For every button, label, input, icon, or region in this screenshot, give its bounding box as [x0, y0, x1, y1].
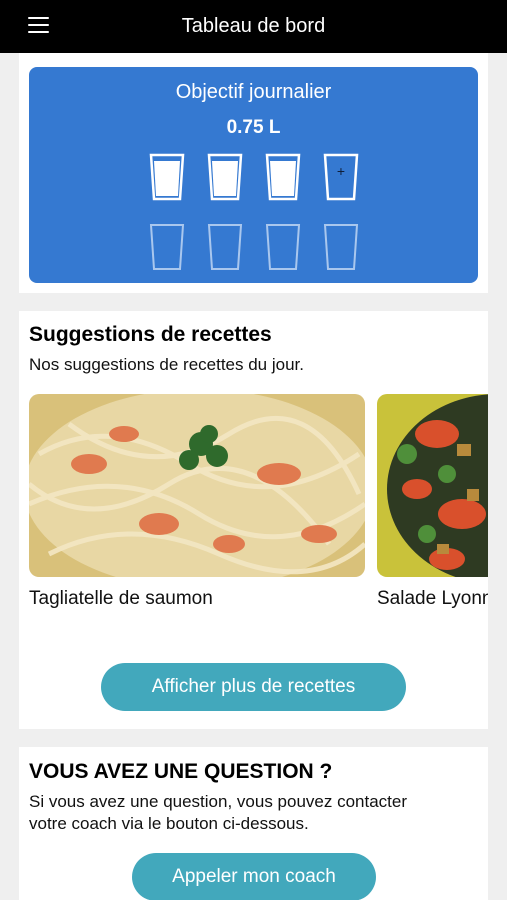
water-goal-amount: 0.75 L: [226, 117, 281, 138]
question-card: VOUS AVEZ UNE QUESTION ? Si vous avez un…: [19, 747, 488, 900]
water-glass-full-icon[interactable]: [149, 153, 185, 201]
water-glass-empty-icon[interactable]: [265, 223, 301, 271]
call-coach-button[interactable]: Appeler mon coach: [132, 853, 376, 900]
recipe-name[interactable]: Tagliatelle de saumon: [29, 588, 213, 610]
salad-photo[interactable]: [377, 394, 488, 577]
question-text-line-2: votre coach via le bouton ci-dessous.: [29, 814, 309, 833]
add-water-glass-icon[interactable]: +: [323, 153, 359, 201]
recipe-carousel[interactable]: Tagliatelle de saumon Salade Lyonnaise: [29, 394, 488, 614]
recipe-name[interactable]: Salade Lyonnaise: [377, 588, 488, 610]
top-app-bar: Tableau de bord: [0, 0, 507, 53]
pasta-salmon-photo[interactable]: [29, 394, 365, 577]
plus-icon: +: [336, 163, 346, 179]
water-goal-title: Objectif journalier: [175, 81, 332, 103]
recipes-subtitle: Nos suggestions de recettes du jour.: [29, 355, 304, 374]
question-text-line-1: Si vous avez une question, vous pouvez c…: [29, 792, 408, 811]
recipes-title: Suggestions de recettes: [29, 323, 272, 346]
page-title: Tableau de bord: [181, 15, 326, 37]
water-glass-full-icon[interactable]: [265, 153, 301, 201]
water-goal-panel: Objectif journalier 0.75 L +: [29, 67, 478, 283]
recipes-card: Suggestions de recettes Nos suggestions …: [19, 311, 488, 729]
question-title: VOUS AVEZ UNE QUESTION ?: [29, 760, 333, 783]
water-glass-full-icon[interactable]: [207, 153, 243, 201]
water-goal-card: Objectif journalier 0.75 L +: [19, 53, 488, 293]
water-glass-empty-icon[interactable]: [149, 223, 185, 271]
water-glass-empty-icon[interactable]: [207, 223, 243, 271]
more-recipes-button[interactable]: Afficher plus de recettes: [101, 663, 406, 711]
water-glass-empty-icon[interactable]: [323, 223, 359, 271]
